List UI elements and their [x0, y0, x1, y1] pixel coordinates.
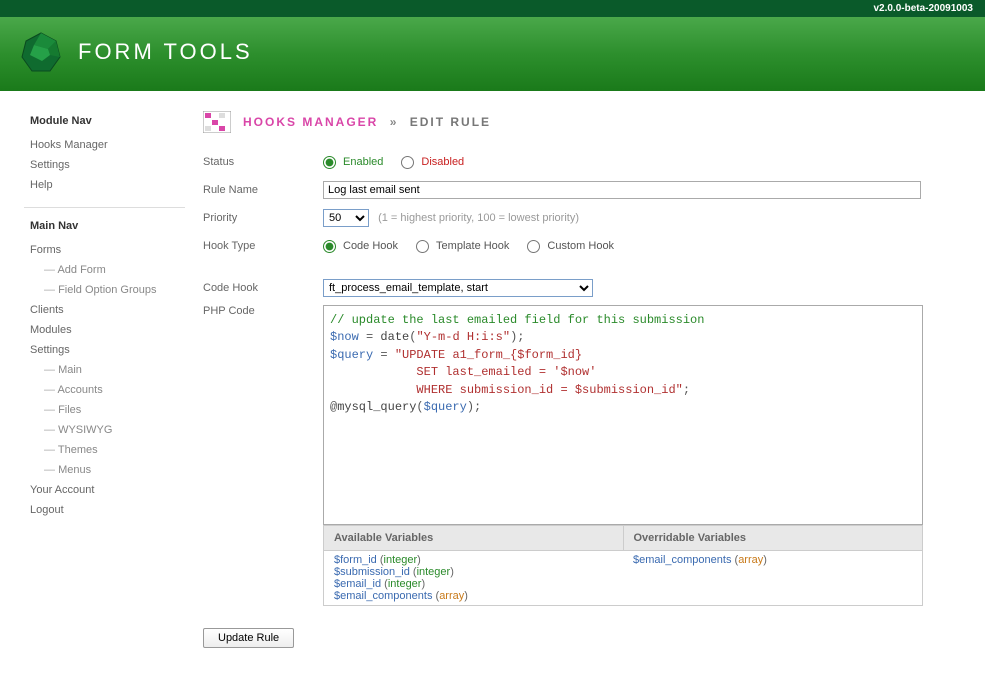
overridable-vars-cell: $email_components (array) [623, 551, 923, 606]
priority-select[interactable]: 50 [323, 209, 369, 227]
nav-forms[interactable]: Forms [30, 240, 185, 260]
hook-type-template-label[interactable]: Template Hook [436, 240, 509, 252]
nav-clients[interactable]: Clients [30, 300, 185, 320]
variables-table: Available Variables Overridable Variable… [323, 525, 923, 606]
nav-help[interactable]: Help [30, 175, 185, 195]
nav-settings-menus[interactable]: Menus [30, 460, 185, 480]
main-content: HOOKS MANAGER » EDIT RULE Status Enabled… [185, 91, 985, 668]
hooks-manager-icon [203, 111, 231, 133]
status-label: Status [203, 156, 323, 168]
nav-logout[interactable]: Logout [30, 500, 185, 520]
nav-module-settings[interactable]: Settings [30, 155, 185, 175]
overridable-vars-header: Overridable Variables [623, 526, 923, 551]
priority-hint: (1 = highest priority, 100 = lowest prio… [378, 212, 579, 224]
status-enabled-radio[interactable] [323, 156, 336, 169]
module-nav-heading: Module Nav [30, 115, 185, 127]
nav-settings-accounts[interactable]: Accounts [30, 380, 185, 400]
status-enabled-label[interactable]: Enabled [343, 156, 383, 168]
hook-type-custom-label[interactable]: Custom Hook [547, 240, 614, 252]
nav-settings-themes[interactable]: Themes [30, 440, 185, 460]
breadcrumb-page: EDIT RULE [410, 115, 491, 129]
header: FORM TOOLS [0, 17, 985, 91]
nav-hooks-manager[interactable]: Hooks Manager [30, 135, 185, 155]
hook-type-label: Hook Type [203, 240, 323, 252]
hook-type-template-radio[interactable] [416, 240, 429, 253]
nav-field-option-groups[interactable]: Field Option Groups [30, 280, 185, 300]
logo-icon [20, 31, 62, 73]
breadcrumb-separator: » [390, 115, 399, 129]
available-vars-cell: $form_id (integer) $submission_id (integ… [324, 551, 624, 606]
code-hook-select[interactable]: ft_process_email_template, start [323, 279, 593, 297]
php-code-textarea[interactable]: // update the last emailed field for thi… [323, 305, 923, 525]
breadcrumb: HOOKS MANAGER » EDIT RULE [243, 115, 491, 129]
nav-add-form[interactable]: Add Form [30, 260, 185, 280]
status-disabled-label[interactable]: Disabled [421, 156, 464, 168]
hook-type-code-radio[interactable] [323, 240, 336, 253]
priority-label: Priority [203, 212, 323, 224]
version-bar: v2.0.0-beta-20091003 [0, 0, 985, 17]
nav-your-account[interactable]: Your Account [30, 480, 185, 500]
main-nav-heading: Main Nav [30, 220, 185, 232]
hook-type-custom-radio[interactable] [527, 240, 540, 253]
nav-settings[interactable]: Settings [30, 340, 185, 360]
nav-settings-wysiwyg[interactable]: WYSIWYG [30, 420, 185, 440]
rule-name-label: Rule Name [203, 184, 323, 196]
php-code-label: PHP Code [203, 305, 323, 317]
nav-settings-files[interactable]: Files [30, 400, 185, 420]
available-vars-header: Available Variables [324, 526, 624, 551]
nav-settings-main[interactable]: Main [30, 360, 185, 380]
hook-type-code-label[interactable]: Code Hook [343, 240, 398, 252]
code-hook-label: Code Hook [203, 282, 323, 294]
rule-name-input[interactable] [323, 181, 921, 199]
sidebar: Module Nav Hooks Manager Settings Help M… [0, 91, 185, 668]
nav-modules[interactable]: Modules [30, 320, 185, 340]
update-rule-button[interactable]: Update Rule [203, 628, 294, 648]
app-title: FORM TOOLS [78, 39, 253, 65]
status-disabled-radio[interactable] [401, 156, 414, 169]
breadcrumb-section[interactable]: HOOKS MANAGER [243, 115, 378, 129]
